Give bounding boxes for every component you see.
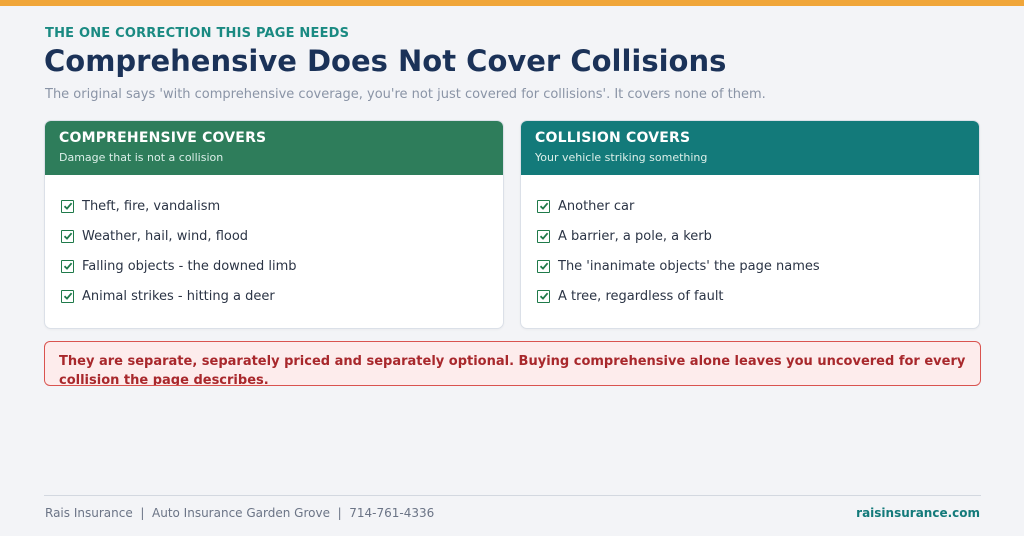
page-title: Comprehensive Does Not Cover Collisions [44, 44, 727, 78]
comprehensive-list: Theft, fire, vandalism Weather, hail, wi… [45, 175, 503, 311]
warning-callout: They are separate, separately priced and… [44, 341, 981, 386]
footer-contact: Rais Insurance | Auto Insurance Garden G… [45, 506, 435, 520]
list-item-text: Falling objects - the downed limb [82, 258, 297, 274]
page-subtitle: The original says 'with comprehensive co… [45, 87, 766, 102]
comprehensive-card-header: COMPREHENSIVE COVERS Damage that is not … [45, 121, 503, 175]
list-item: Falling objects - the downed limb [61, 251, 503, 281]
checkbox-checked-icon [61, 289, 74, 303]
list-item: Theft, fire, vandalism [61, 191, 503, 221]
list-item-text: Animal strikes - hitting a deer [82, 288, 275, 304]
checkbox-checked-icon [61, 229, 74, 243]
list-item-text: Theft, fire, vandalism [82, 198, 221, 214]
checkbox-checked-icon [61, 199, 74, 213]
collision-card-title: COLLISION COVERS [535, 130, 691, 146]
checkbox-checked-icon [537, 199, 550, 213]
footer-divider [44, 495, 981, 496]
checkbox-checked-icon [537, 229, 550, 243]
list-item: Another car [537, 191, 979, 221]
list-item-text: A tree, regardless of fault [558, 288, 724, 304]
list-item-text: Weather, hail, wind, flood [82, 228, 249, 244]
checkbox-checked-icon [537, 259, 550, 273]
collision-list: Another car A barrier, a pole, a kerb Th… [521, 175, 979, 311]
list-item: A barrier, a pole, a kerb [537, 221, 979, 251]
list-item: Weather, hail, wind, flood [61, 221, 503, 251]
collision-card-header: COLLISION COVERS Your vehicle striking s… [521, 121, 979, 175]
list-item-text: Another car [558, 198, 635, 214]
list-item-text: A barrier, a pole, a kerb [558, 228, 712, 244]
list-item: Animal strikes - hitting a deer [61, 281, 503, 311]
list-item: A tree, regardless of fault [537, 281, 979, 311]
collision-card: COLLISION COVERS Your vehicle striking s… [520, 120, 980, 329]
list-item-text: The 'inanimate objects' the page names [558, 258, 820, 274]
comprehensive-card-title: COMPREHENSIVE COVERS [59, 130, 267, 146]
collision-card-subtitle: Your vehicle striking something [535, 151, 708, 164]
checkbox-checked-icon [61, 259, 74, 273]
eyebrow-label: THE ONE CORRECTION THIS PAGE NEEDS [45, 26, 350, 41]
top-accent-bar [0, 0, 1024, 6]
footer-website-link[interactable]: raisinsurance.com [856, 506, 980, 520]
comprehensive-card-subtitle: Damage that is not a collision [59, 151, 224, 164]
comprehensive-card: COMPREHENSIVE COVERS Damage that is not … [44, 120, 504, 329]
list-item: The 'inanimate objects' the page names [537, 251, 979, 281]
checkbox-checked-icon [537, 289, 550, 303]
